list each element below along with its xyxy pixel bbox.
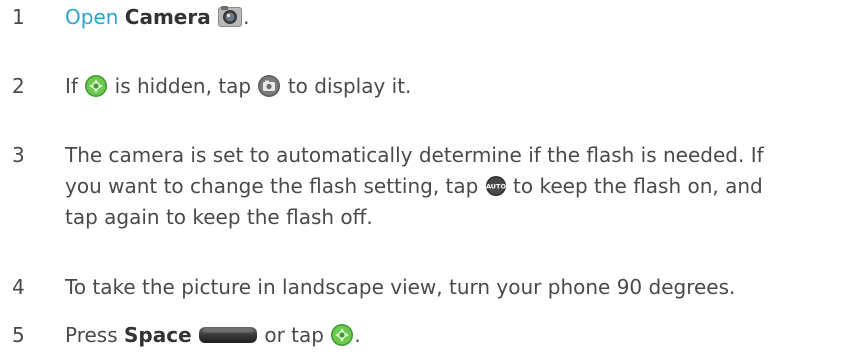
step-number: 4 — [12, 275, 25, 299]
text-line-2-end: to keep the flash on, and — [513, 174, 763, 198]
text-line-3: tap again to keep the flash off. — [65, 205, 373, 229]
step-number: 1 — [12, 5, 25, 29]
text-if: If — [65, 74, 78, 98]
step-text: If is hidden, tap to display it. — [65, 71, 825, 102]
text-line-2-start: you want to change the flash setting, ta… — [65, 174, 479, 198]
shutter-icon — [84, 74, 108, 98]
step-number: 2 — [12, 74, 25, 98]
text-press: Press — [65, 323, 118, 347]
open-link[interactable]: Open — [65, 5, 118, 29]
shutter-icon — [330, 323, 354, 347]
step-text: Press Space or tap . — [65, 320, 825, 351]
step-text: To take the picture in landscape view, t… — [65, 275, 736, 299]
text-line-1: The camera is set to automatically deter… — [65, 143, 764, 167]
space-key-name: Space — [124, 323, 192, 347]
step-number: 5 — [12, 323, 25, 347]
text-to-display: to display it. — [287, 74, 412, 98]
text-or-tap: or tap — [264, 323, 324, 347]
flash-auto-label: AUTO — [486, 182, 507, 190]
step-text: The camera is set to automatically deter… — [65, 140, 825, 233]
camera-app-icon — [217, 4, 243, 30]
camera-mode-icon — [257, 74, 281, 98]
period: . — [243, 5, 250, 29]
step-text: Open Camera . — [65, 2, 825, 33]
period: . — [354, 323, 361, 347]
text-is-hidden: is hidden, tap — [114, 74, 252, 98]
camera-app-name: Camera — [124, 5, 211, 29]
step-number: 3 — [12, 143, 25, 167]
space-key-icon — [198, 325, 258, 345]
flash-auto-icon: AUTO — [485, 175, 507, 197]
